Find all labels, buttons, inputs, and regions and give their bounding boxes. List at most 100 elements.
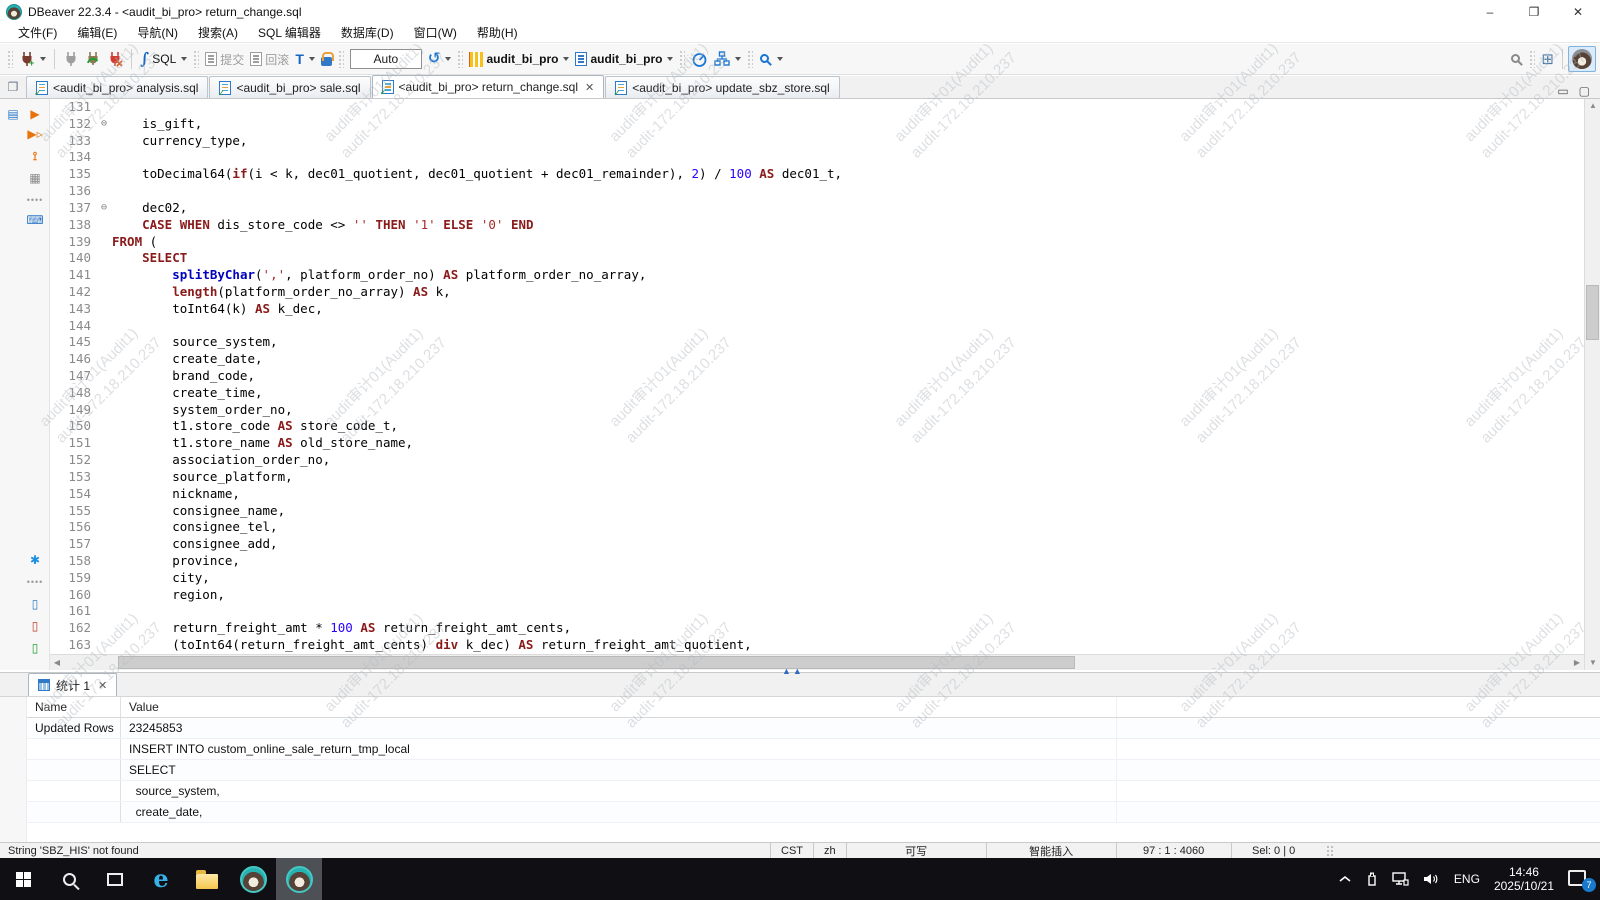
reconnect-button[interactable] xyxy=(82,49,104,69)
table-row[interactable]: Updated Rows23245853 xyxy=(27,718,1600,739)
menu-edit[interactable]: 编辑(E) xyxy=(67,24,127,41)
fold-collapse-icon[interactable]: ⊖ xyxy=(96,200,112,217)
fold-gutter xyxy=(96,519,112,536)
transaction-mode-button[interactable]: T xyxy=(292,49,318,69)
vertical-scroll-thumb[interactable] xyxy=(1586,285,1599,340)
menu-file[interactable]: 文件(F) xyxy=(8,24,67,41)
transaction-log-button[interactable]: ↺ xyxy=(425,50,455,68)
cell-value[interactable]: create_date, xyxy=(121,802,1117,822)
usb-icon[interactable] xyxy=(1366,871,1378,887)
start-button[interactable] xyxy=(0,858,46,900)
horizontal-scroll-thumb[interactable] xyxy=(118,656,1075,669)
database-navigator-icon[interactable]: ▤ xyxy=(4,105,22,123)
task-view-button[interactable] xyxy=(92,858,138,900)
menu-search[interactable]: 搜索(A) xyxy=(188,24,248,41)
scroll-left-icon[interactable]: ◀ xyxy=(50,655,64,671)
new-connection-button[interactable]: + xyxy=(16,49,49,69)
connect-button[interactable] xyxy=(60,49,82,69)
more-tools-dots[interactable]: •••• xyxy=(26,191,44,209)
more-panels-dots[interactable]: •••• xyxy=(26,573,44,591)
result-grid-icon[interactable]: ▦ xyxy=(26,169,44,187)
action-center-button[interactable]: 7 xyxy=(1568,870,1590,888)
file-explorer-button[interactable] xyxy=(184,858,230,900)
input-language[interactable]: ENG xyxy=(1454,872,1480,886)
cell-value[interactable]: 23245853 xyxy=(121,718,1117,738)
scroll-right-icon[interactable]: ▶ xyxy=(1570,655,1584,671)
close-tab-icon[interactable]: ✕ xyxy=(585,81,594,94)
commit-button[interactable]: 提交 xyxy=(202,49,247,70)
vertical-scrollbar[interactable]: ▲ ▼ xyxy=(1584,99,1600,670)
close-button[interactable]: ✕ xyxy=(1556,0,1600,23)
cell-name[interactable] xyxy=(27,739,121,759)
open-perspective-button[interactable]: ⊞ xyxy=(1538,50,1557,69)
cell-name[interactable] xyxy=(27,781,121,801)
log-file-icon[interactable]: ▯ xyxy=(26,595,44,613)
script-status-icon[interactable]: ▯ xyxy=(26,639,44,657)
quick-search-button[interactable] xyxy=(1507,51,1526,68)
cell-value[interactable]: SELECT xyxy=(121,760,1117,780)
network-monitor-icon[interactable] xyxy=(1392,872,1409,886)
internet-explorer-button[interactable]: e xyxy=(138,858,184,900)
menu-window[interactable]: 窗口(W) xyxy=(404,24,467,41)
topology-button[interactable] xyxy=(711,49,744,69)
server-output-icon[interactable]: ✱ xyxy=(26,551,44,569)
cell-name[interactable] xyxy=(27,802,121,822)
menu-help[interactable]: 帮助(H) xyxy=(467,24,528,41)
dbeaver-perspective-button[interactable] xyxy=(1568,46,1596,72)
rollback-button[interactable]: 回滚 xyxy=(247,49,292,70)
speaker-icon[interactable] xyxy=(1423,872,1440,886)
sql-editor-button[interactable]: ∫ SQL xyxy=(137,50,190,68)
fold-gutter xyxy=(96,486,112,503)
sql-editor-area[interactable]: 131132⊖ is_gift,133 currency_type,134135… xyxy=(50,99,1584,654)
cell-name[interactable] xyxy=(27,760,121,780)
statistics-tab[interactable]: 统计 1 ✕ xyxy=(28,673,117,696)
close-tab-icon[interactable]: ✕ xyxy=(98,679,107,692)
auto-commit-combo[interactable]: Auto xyxy=(350,49,422,69)
error-log-icon[interactable]: ▯ xyxy=(26,617,44,635)
column-header-name[interactable]: Name xyxy=(27,697,121,717)
connection-picker[interactable]: audit_bi_pro xyxy=(466,50,572,69)
minimize-button[interactable]: – xyxy=(1468,0,1512,23)
splitter-restore-arrows[interactable]: ▲▲ xyxy=(782,666,804,676)
object-search-button[interactable] xyxy=(756,51,786,68)
scroll-up-icon[interactable]: ▲ xyxy=(1585,99,1600,113)
explain-plan-icon[interactable]: ⟟ xyxy=(26,147,44,165)
editor-tab[interactable]: <audit_bi_pro> sale.sql xyxy=(209,76,370,98)
editor-tab[interactable]: <audit_bi_pro> return_change.sql✕ xyxy=(372,75,605,98)
line-number: 139 xyxy=(50,234,96,251)
dbeaver-taskbar-button-active[interactable] xyxy=(276,858,322,900)
editor-tab[interactable]: <audit_bi_pro> update_sbz_store.sql xyxy=(605,76,839,98)
maximize-editor-icon[interactable]: ▢ xyxy=(1579,84,1590,98)
table-row[interactable]: create_date, xyxy=(27,802,1600,823)
disconnect-button[interactable] xyxy=(104,49,126,69)
schema-picker[interactable]: audit_bi_pro xyxy=(572,50,676,68)
dbeaver-taskbar-button[interactable] xyxy=(230,858,276,900)
code-text: length(platform_order_no_array) AS k, xyxy=(112,284,451,301)
scroll-down-icon[interactable]: ▼ xyxy=(1585,656,1600,670)
editor-tab[interactable]: <audit_bi_pro> analysis.sql xyxy=(26,76,208,98)
maximize-button[interactable]: ❐ xyxy=(1512,0,1556,23)
taskbar-search-button[interactable] xyxy=(46,858,92,900)
table-row[interactable]: SELECT xyxy=(27,760,1600,781)
menu-database[interactable]: 数据库(D) xyxy=(331,24,404,41)
dashboard-button[interactable] xyxy=(688,49,711,69)
menu-sql-editor[interactable]: SQL 编辑器 xyxy=(248,24,331,41)
cell-name[interactable]: Updated Rows xyxy=(27,718,121,738)
output-console-icon[interactable]: ⌨ xyxy=(26,211,44,229)
restore-pane-icon[interactable]: ❐ xyxy=(0,75,26,98)
lock-button[interactable] xyxy=(318,50,335,68)
column-header-value[interactable]: Value xyxy=(121,697,1117,717)
table-row[interactable]: INSERT INTO custom_online_sale_return_tm… xyxy=(27,739,1600,760)
fold-collapse-icon[interactable]: ⊖ xyxy=(96,116,112,133)
svg-text:+: + xyxy=(29,58,34,67)
tray-expand-icon[interactable] xyxy=(1338,874,1352,884)
execute-statement-icon[interactable]: ▶ xyxy=(26,105,44,123)
taskbar-clock[interactable]: 14:46 2025/10/21 xyxy=(1494,865,1554,893)
horizontal-scrollbar[interactable]: ◀ ▶ xyxy=(50,654,1584,670)
menu-navigate[interactable]: 导航(N) xyxy=(127,24,188,41)
cell-value[interactable]: source_system, xyxy=(121,781,1117,801)
minimize-editor-icon[interactable]: ▭ xyxy=(1557,84,1568,98)
cell-value[interactable]: INSERT INTO custom_online_sale_return_tm… xyxy=(121,739,1117,759)
execute-script-icon[interactable]: ▶▹ xyxy=(26,125,44,143)
table-row[interactable]: source_system, xyxy=(27,781,1600,802)
